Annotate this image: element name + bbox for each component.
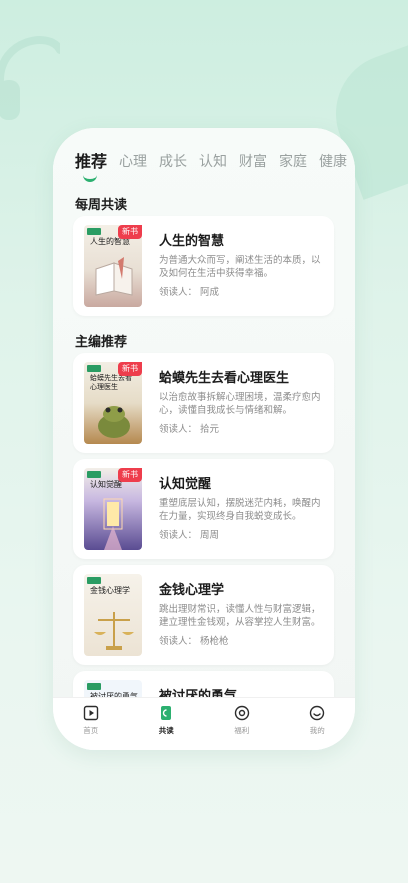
book-title: 认知觉醒: [159, 477, 212, 492]
active-tab-indicator: [83, 174, 97, 182]
nav-benefits[interactable]: 福利: [204, 698, 280, 750]
video-icon: [83, 705, 98, 721]
cover-title: 蛤蟆先生去看心理医生: [90, 374, 132, 391]
nav-label: 福利: [234, 726, 250, 735]
nav-label: 共读: [158, 726, 174, 735]
nav-reading[interactable]: 共读: [129, 698, 205, 750]
phone-frame: 推荐 心理 成长 认知 财富 家庭 健康 每周共读 人生的智慧 新书 人生的智慧…: [53, 128, 355, 750]
tab-family[interactable]: 家庭: [279, 150, 307, 184]
book-reader: 领读人： 拾元: [159, 424, 220, 435]
section-title-weekly: 每周共读: [75, 198, 128, 213]
headphone-decoration-icon: [0, 36, 60, 120]
open-book-illustration-icon: [95, 257, 133, 296]
book-reader: 领读人： 周周: [159, 530, 220, 541]
book-reader: 领读人： 杨枪枪: [159, 636, 229, 647]
tab-recommend[interactable]: 推荐: [75, 150, 107, 184]
nav-profile[interactable]: 我的: [280, 698, 356, 750]
glowing-door-icon: [103, 498, 123, 550]
section-title-editor: 主编推荐: [75, 335, 128, 350]
tab-growth[interactable]: 成长: [159, 150, 187, 184]
app-screen: 推荐 心理 成长 认知 财富 家庭 健康 每周共读 人生的智慧 新书 人生的智慧…: [53, 128, 355, 750]
cover-brand-mark: [87, 228, 101, 235]
book-card-money[interactable]: 金钱心理学 金钱心理学 跳出理财常识，读懂人性与财富逻辑，建立理性金钱观，从容掌…: [73, 565, 334, 665]
new-book-badge: 新书: [118, 468, 142, 482]
book-description: 重塑底层认知，摆脱迷茫内耗，唤醒内在力量，实现终身自我蜕变成长。: [159, 498, 321, 522]
nav-label: 我的: [309, 726, 325, 735]
smile-icon: [310, 705, 325, 721]
toad-illustration-icon: [98, 406, 130, 438]
cover-brand-mark: [87, 471, 101, 478]
book-title: 蛤蟆先生去看心理医生: [159, 371, 290, 386]
cover-title: 金钱心理学: [90, 586, 130, 595]
target-icon: [234, 705, 249, 721]
new-book-badge: 新书: [118, 225, 142, 239]
book-description: 为普通大众而写，阐述生活的本质，以及如何在生活中获得幸福。: [159, 255, 321, 279]
book-description: 以治愈故事拆解心理困境，温柔疗愈内心，读懂自我成长与情绪和解。: [159, 392, 321, 416]
cover-brand-mark: [87, 683, 101, 690]
book-title: 金钱心理学: [159, 583, 225, 598]
cover-brand-mark: [87, 365, 101, 372]
book-reader: 领读人： 阿成: [159, 287, 220, 298]
tab-health[interactable]: 健康: [319, 150, 347, 184]
category-tabs: 推荐 心理 成长 认知 财富 家庭 健康: [75, 150, 355, 184]
new-book-badge: 新书: [118, 362, 142, 376]
bottom-nav: 首页 共读 福利 我的: [53, 697, 355, 750]
book-description: 跳出理财常识，读懂人性与财富逻辑，建立理性金钱观，从容掌控人生财富。: [159, 604, 321, 628]
book-card-toad[interactable]: 蛤蟆先生去看心理医生 新书 蛤蟆先生去看心理医生 以治愈故事拆解心理困境，温柔疗…: [73, 353, 334, 453]
scale-illustration-icon: [94, 612, 134, 650]
book-icon: [161, 706, 172, 720]
tab-psychology[interactable]: 心理: [119, 150, 147, 184]
cover-brand-mark: [87, 577, 101, 584]
tab-cognition[interactable]: 认知: [199, 150, 227, 184]
nav-home[interactable]: 首页: [53, 698, 129, 750]
book-title: 人生的智慧: [159, 234, 225, 249]
book-cover: 金钱心理学: [84, 574, 142, 656]
tab-wealth[interactable]: 财富: [239, 150, 267, 184]
nav-label: 首页: [83, 726, 99, 735]
book-card-awakening[interactable]: 认知觉醒 新书 认知觉醒 重塑底层认知，摆脱迷茫内耗，唤醒内在力量，实现终身自我…: [73, 459, 334, 559]
book-card-weekly[interactable]: 人生的智慧 新书 人生的智慧 为普通大众而写，阐述生活的本质，以及如何在生活中获…: [73, 216, 334, 316]
